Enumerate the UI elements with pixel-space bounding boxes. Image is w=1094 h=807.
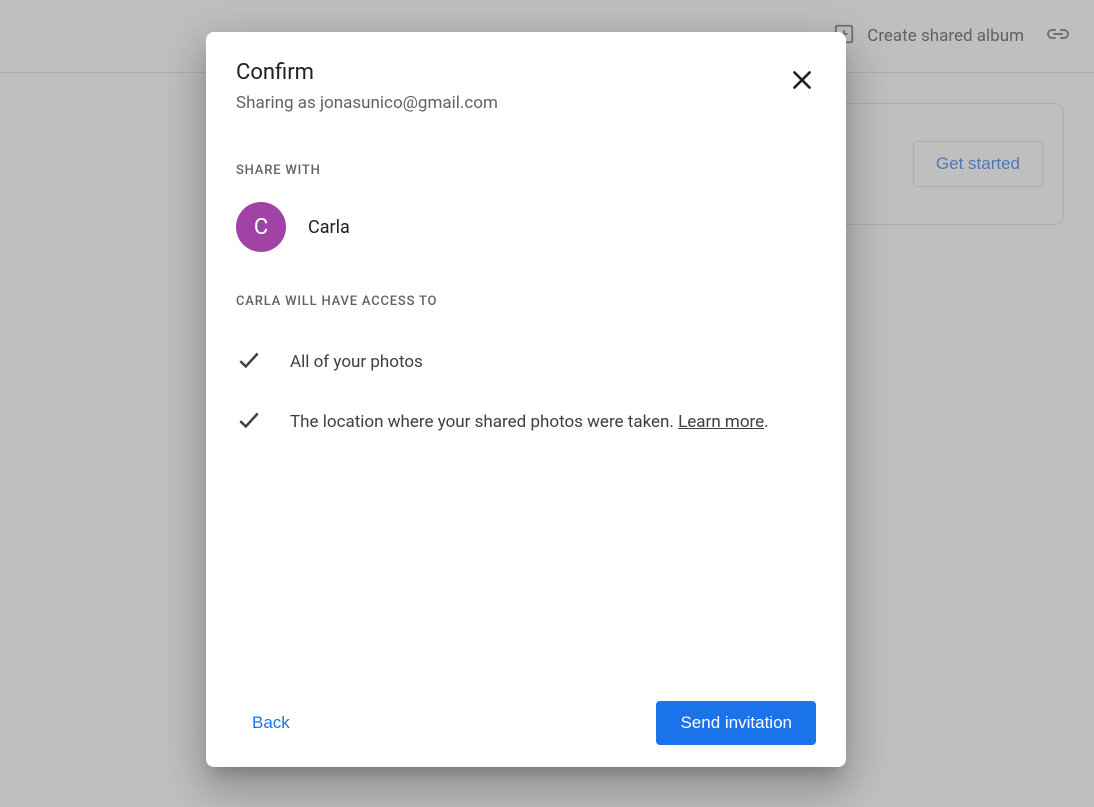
back-button[interactable]: Back <box>236 703 306 743</box>
check-icon <box>236 347 262 377</box>
close-icon <box>789 67 815 97</box>
check-icon <box>236 407 262 437</box>
contact-avatar: C <box>236 202 286 252</box>
modal-header: Confirm Sharing as jonasunico@gmail.com <box>206 32 846 113</box>
period: . <box>764 412 768 432</box>
contact-name: Carla <box>308 217 350 238</box>
close-button[interactable] <box>782 62 822 102</box>
access-header-label: CARLA WILL HAVE ACCESS TO <box>206 294 846 309</box>
share-with-label: SHARE WITH <box>206 163 846 178</box>
access-item-text-part: The location where your shared photos we… <box>290 412 678 432</box>
modal-subtitle: Sharing as jonasunico@gmail.com <box>236 93 816 113</box>
access-item-text: The location where your shared photos we… <box>290 412 769 432</box>
access-item: The location where your shared photos we… <box>236 407 816 437</box>
confirm-share-modal: Confirm Sharing as jonasunico@gmail.com … <box>206 32 846 767</box>
modal-title: Confirm <box>236 60 816 85</box>
access-list: All of your photos The location where yo… <box>206 347 846 467</box>
access-item-text: All of your photos <box>290 352 423 372</box>
access-item: All of your photos <box>236 347 816 377</box>
learn-more-link[interactable]: Learn more <box>678 412 764 432</box>
contact-row: C Carla <box>206 202 846 252</box>
modal-footer: Back Send invitation <box>206 681 846 767</box>
send-invitation-button[interactable]: Send invitation <box>656 701 816 745</box>
